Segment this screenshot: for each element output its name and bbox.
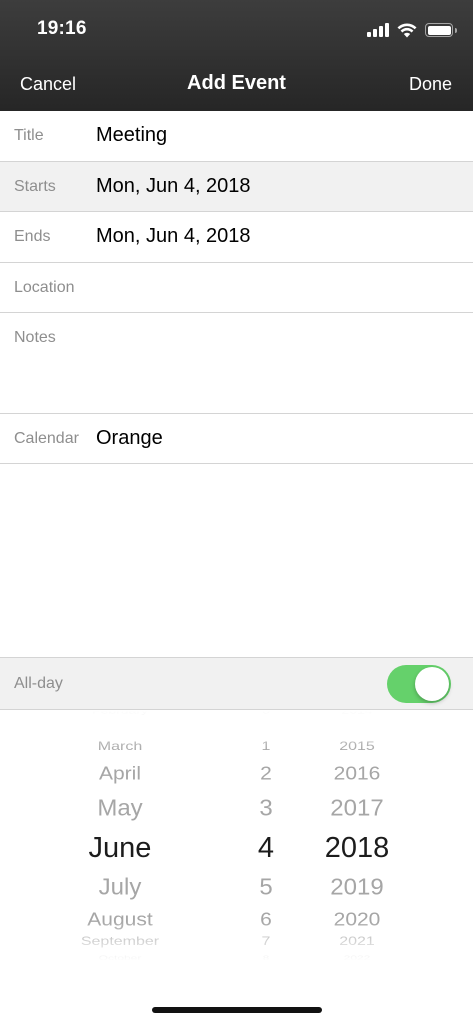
year-option[interactable]: 2020	[302, 909, 412, 930]
toggle-knob	[415, 667, 449, 701]
notes-row[interactable]: Notes	[0, 313, 473, 414]
status-time: 19:16	[37, 18, 87, 39]
calendar-row[interactable]: Calendar Orange	[0, 414, 473, 464]
day-option[interactable]: 2	[236, 763, 296, 784]
year-option[interactable]: 2022	[302, 955, 412, 962]
month-option[interactable]: August	[40, 909, 200, 930]
calendar-value[interactable]: Orange	[96, 427, 163, 450]
year-option[interactable]: 2019	[302, 875, 412, 902]
navigation-header: 19:16 Cancel Add Event Done	[0, 0, 473, 111]
all-day-row: All-day	[0, 657, 473, 710]
location-label: Location	[14, 279, 75, 296]
day-option[interactable]: 5	[236, 875, 296, 902]
month-option[interactable]: July	[40, 875, 200, 902]
wifi-icon	[397, 22, 417, 37]
year-option[interactable]: 2015	[302, 740, 412, 754]
day-option[interactable]: 4	[236, 832, 296, 865]
month-option[interactable]: October	[40, 955, 200, 962]
ends-row[interactable]: Ends Mon, Jun 4, 2018	[0, 212, 473, 263]
year-option[interactable]: 2018	[302, 832, 412, 865]
day-option[interactable]: 0	[236, 711, 296, 715]
year-option[interactable]: 2017	[302, 796, 412, 823]
starts-value[interactable]: Mon, Jun 4, 2018	[96, 175, 251, 198]
location-row[interactable]: Location	[0, 263, 473, 313]
notes-label: Notes	[14, 329, 56, 346]
title-label: Title	[14, 127, 44, 144]
page-title: Add Event	[187, 72, 286, 94]
battery-icon	[425, 23, 457, 37]
date-picker: February March April May June July August Septe…	[0, 711, 473, 961]
ends-label: Ends	[14, 228, 51, 245]
home-indicator	[152, 1007, 322, 1013]
title-field[interactable]: Meeting	[96, 124, 167, 147]
month-option[interactable]: February	[40, 711, 200, 715]
all-day-label: All-day	[14, 675, 63, 692]
title-row[interactable]: Title Meeting	[0, 111, 473, 162]
calendar-label: Calendar	[14, 430, 79, 447]
cellular-signal-icon	[367, 23, 389, 37]
day-option[interactable]: 6	[236, 909, 296, 930]
day-option[interactable]: 1	[236, 740, 296, 754]
day-option[interactable]: 3	[236, 796, 296, 823]
month-option[interactable]: June	[40, 832, 200, 865]
done-button[interactable]: Done	[409, 74, 452, 95]
all-day-toggle[interactable]	[387, 665, 451, 703]
starts-label: Starts	[14, 178, 56, 195]
day-option[interactable]: 7	[236, 935, 296, 949]
starts-row[interactable]: Starts Mon, Jun 4, 2018	[0, 162, 473, 212]
month-option[interactable]: April	[40, 763, 200, 784]
year-option[interactable]: 2016	[302, 763, 412, 784]
year-option[interactable]: 2014	[302, 711, 412, 715]
year-option[interactable]: 2021	[302, 935, 412, 949]
month-option[interactable]: March	[40, 740, 200, 754]
month-option[interactable]: September	[40, 935, 200, 949]
day-option[interactable]: 8	[236, 955, 296, 962]
status-icons	[367, 20, 457, 40]
month-option[interactable]: May	[40, 796, 200, 823]
ends-value[interactable]: Mon, Jun 4, 2018	[96, 225, 251, 248]
